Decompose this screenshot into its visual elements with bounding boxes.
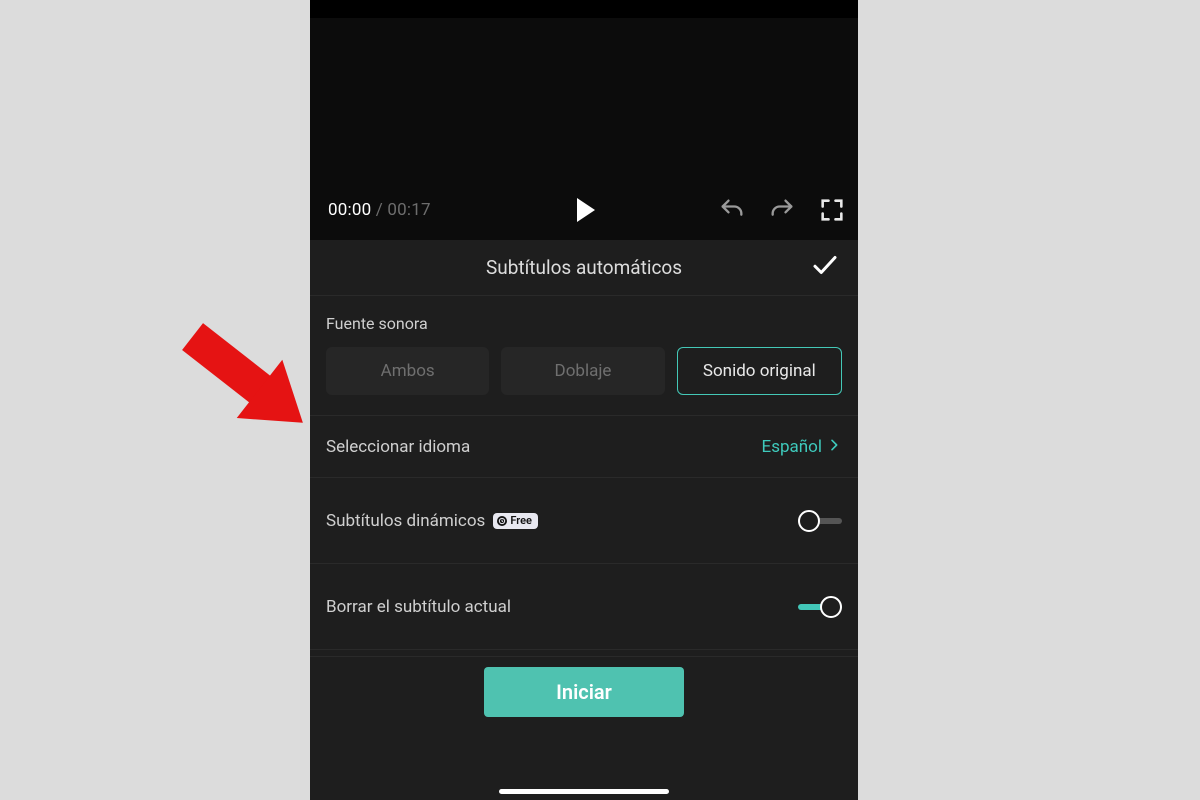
sound-source-segmented: Ambos Doblaje Sonido original bbox=[326, 347, 842, 415]
toggle-knob bbox=[820, 596, 842, 618]
language-label: Seleccionar idioma bbox=[326, 437, 470, 457]
free-badge-text: Free bbox=[510, 514, 532, 528]
panel-header: Subtítulos automáticos bbox=[310, 240, 858, 296]
clear-subtitle-label: Borrar el subtítulo actual bbox=[326, 597, 511, 617]
video-preview: 00:00 / 00:17 bbox=[310, 18, 858, 240]
sound-source-label: Fuente sonora bbox=[326, 314, 842, 333]
time-current: 00:00 bbox=[328, 200, 371, 220]
phone-frame: 00:00 / 00:17 bbox=[310, 0, 858, 800]
toggle-knob bbox=[798, 510, 820, 532]
redo-icon bbox=[768, 196, 796, 224]
clear-subtitle-row: Borrar el subtítulo actual bbox=[310, 564, 858, 650]
dynamic-subtitles-row: Subtítulos dinámicos Free bbox=[310, 478, 858, 564]
source-option-ambos[interactable]: Ambos bbox=[326, 347, 489, 395]
undo-button[interactable] bbox=[718, 196, 746, 224]
chevron-right-icon bbox=[826, 437, 842, 458]
confirm-button[interactable] bbox=[808, 250, 842, 284]
transport-actions bbox=[718, 180, 846, 240]
panel-actions: Iniciar bbox=[310, 656, 858, 734]
play-button[interactable] bbox=[568, 194, 600, 226]
panel-title: Subtítulos automáticos bbox=[486, 256, 682, 279]
start-button[interactable]: Iniciar bbox=[484, 667, 684, 717]
fullscreen-icon bbox=[818, 196, 846, 224]
free-badge: Free bbox=[493, 513, 538, 529]
auto-captions-panel: Subtítulos automáticos Fuente sonora Amb… bbox=[310, 240, 858, 800]
source-option-sonido-original[interactable]: Sonido original bbox=[677, 347, 842, 395]
fullscreen-button[interactable] bbox=[818, 196, 846, 224]
redo-button[interactable] bbox=[768, 196, 796, 224]
time-total: 00:17 bbox=[387, 200, 430, 220]
play-icon bbox=[577, 198, 595, 222]
clear-subtitle-toggle[interactable] bbox=[798, 596, 842, 618]
transport-bar: 00:00 / 00:17 bbox=[310, 180, 858, 240]
language-value[interactable]: Español bbox=[762, 436, 842, 457]
language-current: Español bbox=[762, 437, 822, 457]
dynamic-subtitles-toggle[interactable] bbox=[798, 510, 842, 532]
dynamic-subtitles-label: Subtítulos dinámicos Free bbox=[326, 511, 538, 531]
time-display: 00:00 / 00:17 bbox=[310, 200, 431, 220]
home-indicator bbox=[499, 789, 669, 794]
clock-icon bbox=[497, 516, 507, 526]
sound-source-section: Fuente sonora Ambos Doblaje Sonido origi… bbox=[310, 296, 858, 416]
time-separator: / bbox=[371, 200, 387, 220]
undo-icon bbox=[718, 196, 746, 224]
annotation-arrow bbox=[160, 310, 330, 440]
language-row[interactable]: Seleccionar idioma Español bbox=[310, 416, 858, 478]
source-option-doblaje[interactable]: Doblaje bbox=[501, 347, 664, 395]
dynamic-subtitles-label-text: Subtítulos dinámicos bbox=[326, 511, 485, 531]
check-icon bbox=[810, 250, 840, 284]
